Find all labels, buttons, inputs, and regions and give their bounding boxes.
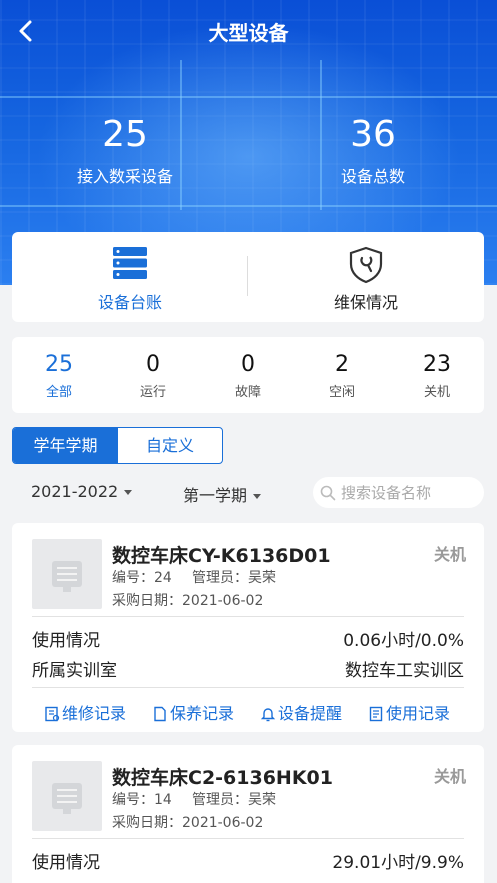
usage-label: 使用情况 (32, 631, 100, 651)
term-value: 第一学期 (183, 486, 248, 505)
bell-icon (260, 708, 276, 722)
usage-value: 29.01小时/9.9% (332, 853, 464, 873)
count-label: 关机 (423, 385, 450, 400)
lab-row: 所属实训室 数控车工实训区 (32, 656, 464, 681)
device-code: 编号：24 (112, 570, 172, 586)
segment-custom[interactable]: 自定义 (118, 428, 222, 463)
device-manager: 管理员：吴荣 (192, 792, 276, 808)
stat-label: 设备总数 (340, 167, 405, 186)
shield-wrench-icon (349, 246, 383, 284)
divider (32, 838, 464, 839)
year-value: 2021-2022 (31, 482, 119, 501)
usage-label: 使用情况 (32, 853, 100, 873)
count-all[interactable]: 25 全部 (12, 352, 106, 401)
count-value: 0 (146, 352, 160, 377)
device-thumbnail (32, 539, 102, 609)
device-reminder-label: 设备提醒 (278, 704, 343, 723)
repair-records-label: 维修记录 (62, 704, 127, 723)
device-status-badge: 关机 (433, 767, 466, 786)
stat-connected: 25 接入数采设备 (35, 115, 215, 187)
caret-down-icon (124, 490, 133, 495)
status-counts: 25 全部 0 运行 0 故障 2 空闲 23 关机 (12, 337, 484, 413)
segment-academic-term[interactable]: 学年学期 (13, 428, 118, 463)
usage-records-link[interactable]: 使用记录 (368, 700, 450, 724)
maintenance-records-label: 保养记录 (170, 704, 235, 723)
maintenance-status-button[interactable]: 维保情况 (248, 232, 484, 322)
document-icon (154, 706, 166, 722)
maintenance-label: 维保情况 (333, 293, 398, 312)
count-label: 运行 (139, 385, 166, 400)
page-title: 大型设备 (208, 21, 289, 45)
repair-record-icon (45, 706, 60, 722)
usage-row: 使用情况 0.06小时/0.0% (32, 626, 464, 651)
device-status-badge: 关机 (433, 545, 466, 564)
usage-records-label: 使用记录 (386, 704, 451, 723)
device-name: 数控车床CY-K6136D01 (112, 545, 331, 567)
search-icon (320, 485, 336, 501)
list-document-icon (369, 706, 383, 722)
device-image-placeholder-icon (52, 783, 82, 814)
divider (32, 687, 464, 688)
top-bar: 大型设备 (0, 0, 497, 62)
ledger-label: 设备台账 (97, 293, 162, 312)
year-select[interactable]: 2021-2022 (31, 482, 133, 501)
device-card[interactable]: 数控车床C2-6136HK01 关机 编号：14 管理员：吴荣 采购日期：202… (12, 745, 484, 883)
decor-line (0, 205, 497, 207)
caret-down-icon (253, 494, 262, 499)
period-segment: 学年学期 自定义 (12, 427, 223, 464)
count-value: 23 (423, 352, 451, 377)
count-off[interactable]: 23 关机 (390, 352, 484, 401)
count-label: 故障 (234, 385, 261, 400)
device-thumbnail (32, 761, 102, 831)
lab-value: 数控车工实训区 (345, 661, 464, 681)
usage-value: 0.06小时/0.0% (343, 631, 464, 651)
search-input[interactable]: 搜索设备名称 (313, 477, 484, 508)
repair-records-link[interactable]: 维修记录 (44, 700, 126, 724)
term-select[interactable]: 第一学期 (183, 482, 262, 506)
count-fault[interactable]: 0 故障 (201, 352, 295, 401)
count-label: 全部 (45, 385, 72, 400)
usage-row: 使用情况 29.01小时/9.9% (32, 848, 464, 873)
device-card[interactable]: 数控车床CY-K6136D01 关机 编号：24 管理员：吴荣 采购日期：202… (12, 523, 484, 732)
decor-line (0, 96, 497, 98)
count-label: 空闲 (328, 385, 355, 400)
count-value: 25 (45, 352, 73, 377)
stat-total: 36 设备总数 (283, 115, 463, 187)
lab-label: 所属实训室 (32, 661, 117, 681)
server-list-icon (113, 247, 147, 279)
quick-links: 设备台账 维保情况 (12, 232, 484, 322)
stat-value: 36 (350, 114, 396, 155)
device-image-placeholder-icon (52, 561, 82, 592)
count-idle[interactable]: 2 空闲 (295, 352, 389, 401)
device-actions: 维修记录 保养记录 设备提醒 使用记录 (12, 700, 484, 724)
device-reminder-link[interactable]: 设备提醒 (260, 700, 342, 724)
stat-label: 接入数采设备 (76, 167, 173, 186)
device-manager: 管理员：吴荣 (192, 570, 276, 586)
stat-value: 25 (102, 114, 148, 155)
equipment-ledger-button[interactable]: 设备台账 (12, 232, 248, 322)
count-running[interactable]: 0 运行 (106, 352, 200, 401)
divider (32, 616, 464, 617)
count-value: 0 (241, 352, 255, 377)
search-placeholder: 搜索设备名称 (341, 484, 432, 502)
device-name: 数控车床C2-6136HK01 (112, 767, 333, 789)
device-code: 编号：14 (112, 792, 172, 808)
maintenance-records-link[interactable]: 保养记录 (152, 700, 234, 724)
device-purchase-date: 采购日期：2021-06-02 (112, 593, 264, 609)
device-purchase-date: 采购日期：2021-06-02 (112, 815, 264, 831)
count-value: 2 (335, 352, 349, 377)
